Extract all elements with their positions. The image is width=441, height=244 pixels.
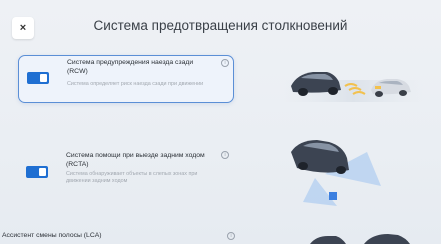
feature-row-rcw[interactable]: Система предупреждения наезда сзади (RCW…: [18, 55, 234, 103]
rcta-illustration: [291, 140, 381, 206]
rcta-title: Система помощи при выезде задним ходом (…: [66, 152, 205, 168]
toggle-knob: [40, 74, 47, 82]
lca-title: Ассистент смены полосы (LCA): [2, 232, 102, 239]
collision-avoidance-screen: × Система предотвращения столкновений Си…: [0, 0, 441, 244]
car-icon: [291, 140, 349, 174]
feature-row-rcta[interactable]: Система помощи при выезде задним ходом (…: [18, 146, 232, 196]
rcta-toggle[interactable]: [26, 166, 48, 178]
feature-row-lca[interactable]: Ассистент смены полосы (LCA) i: [2, 228, 235, 244]
lca-info-icon[interactable]: i: [227, 232, 235, 240]
rcw-toggle[interactable]: [27, 72, 49, 84]
rcta-info-icon[interactable]: i: [221, 151, 229, 159]
toggle-knob: [39, 168, 46, 176]
rcw-info-icon[interactable]: i: [221, 59, 229, 67]
page-title: Система предотвращения столкновений: [93, 18, 348, 33]
lca-illustration: [310, 234, 410, 244]
rcw-title: Система предупреждения наезда сзади (RCW…: [67, 59, 194, 75]
rcw-illustration: [283, 72, 423, 102]
rcw-description: Система определяет риск наезда сзади при…: [67, 81, 204, 87]
car-icon: [291, 72, 341, 96]
rcta-description: Система обнаруживает объекты в слепых зо…: [66, 171, 198, 184]
car-icon: [310, 234, 410, 244]
